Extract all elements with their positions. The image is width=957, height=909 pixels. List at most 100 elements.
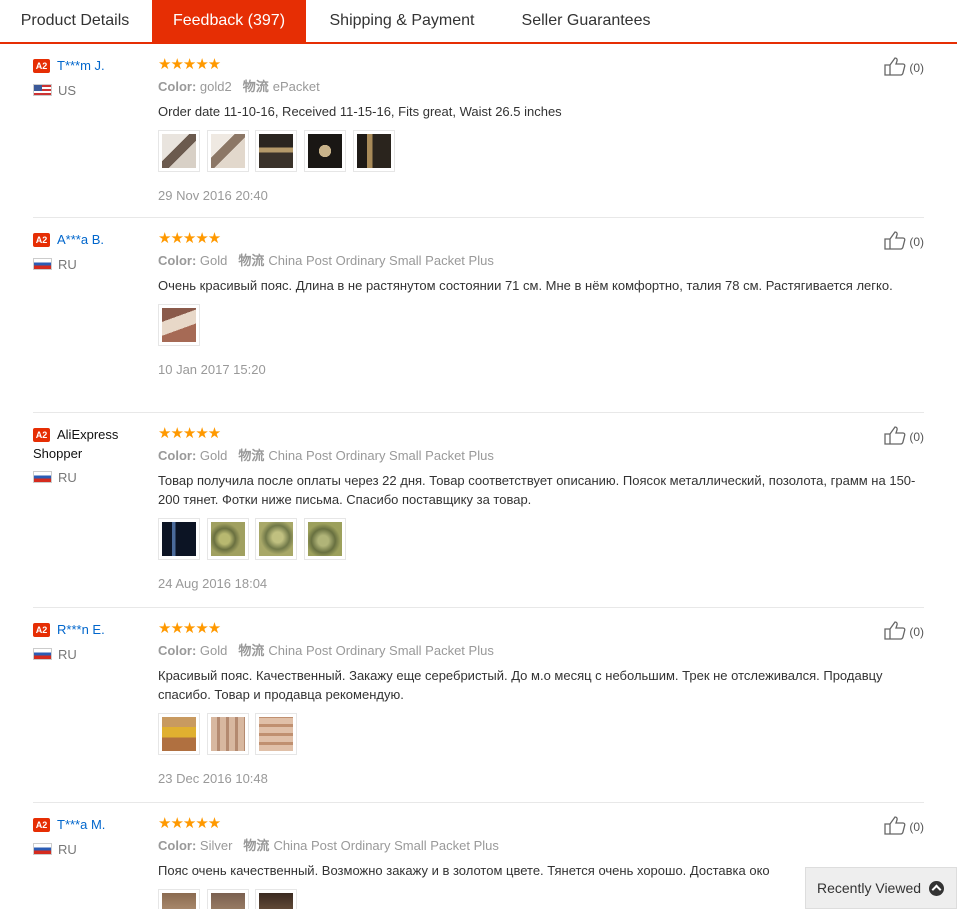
buyer-level-badge: A2 [33,233,50,247]
helpful-button[interactable]: (0) [883,230,924,252]
review-photos [158,713,924,755]
color-value: Gold [199,643,228,658]
thumbs-up-icon [884,816,906,835]
reviewer-info: A2 T***a M. RU [33,815,155,858]
review-item: A2 A***a B. RU ★★★★★ Color: Gold 物流 China P… [33,218,924,413]
buyer-level-badge: A2 [33,59,50,73]
color-value: Gold [199,448,228,463]
tab-product-details[interactable]: Product Details [0,0,150,42]
reviewer-name[interactable]: A***a B. [57,232,104,247]
color-value: Silver [199,838,233,853]
review-date: 23 Dec 2016 10:48 [158,771,268,786]
color-label: Color: [158,253,197,268]
recently-viewed-label: Recently Viewed [817,880,922,896]
review-photo[interactable] [206,518,249,560]
review-photo[interactable] [206,889,249,909]
color-value: gold2 [199,79,232,94]
helpful-button[interactable]: (0) [883,620,924,642]
shipping-method: China Post Ordinary Small Packet Plus [268,448,494,463]
review-photo[interactable] [158,304,200,346]
review-photo[interactable] [255,889,298,909]
review-photo[interactable] [206,713,249,755]
star-rating: ★★★★★ [158,56,221,73]
review-photo[interactable] [303,518,346,560]
review-meta: Color: Silver 物流 China Post Ordinary Small… [158,836,924,856]
us-flag-icon [33,84,52,96]
shipping-method: China Post Ordinary Small Packet Plus [268,253,494,268]
review-photo[interactable] [158,889,200,909]
buyer-level-badge: A2 [33,428,50,442]
buyer-level-badge: A2 [33,818,50,832]
shipping-method: ePacket [272,79,320,94]
review-photos [158,304,924,346]
star-rating: ★★★★★ [158,425,221,442]
shipping-label: 物流 [238,643,265,658]
reviewer-country: RU [58,257,77,272]
reviewer-name[interactable]: T***m J. [57,58,105,73]
star-rating: ★★★★★ [158,230,221,247]
review-content: ★★★★★ Color: gold2 物流 ePacket Order date 1… [158,56,924,205]
ru-flag-icon [33,648,52,660]
reviewer-info: A2 AliExpress Shopper RU [33,425,155,486]
tab-bar: Product Details Feedback (397) Shipping … [0,0,957,44]
review-photo[interactable] [255,130,298,172]
buyer-level-badge: A2 [33,623,50,637]
ru-flag-icon [33,471,52,483]
review-meta: Color: Gold 物流 China Post Ordinary Small P… [158,251,924,271]
shipping-method: China Post Ordinary Small Packet Plus [268,643,494,658]
tab-feedback[interactable]: Feedback (397) [152,0,306,42]
helpful-button[interactable]: (0) [883,815,924,837]
helpful-button[interactable]: (0) [883,425,924,447]
tab-seller-guarantees[interactable]: Seller Guarantees [500,0,672,42]
reviewer-info: A2 R***n E. RU [33,620,155,663]
review-photo[interactable] [255,518,298,560]
shipping-label: 物流 [243,838,270,853]
color-label: Color: [158,79,197,94]
review-item: A2 T***a M. RU ★★★★★ Color: Silver 物流 China… [33,803,924,909]
review-photos [158,518,924,560]
tab-shipping-payment[interactable]: Shipping & Payment [310,0,494,42]
review-text: Товар получила после оплаты через 22 дня… [158,473,916,507]
review-photo[interactable] [303,130,346,172]
reviewer-name[interactable]: T***a M. [57,817,105,832]
star-rating: ★★★★★ [158,620,221,637]
ru-flag-icon [33,843,52,855]
star-rating: ★★★★★ [158,815,221,832]
review-date: 10 Jan 2017 15:20 [158,362,266,377]
helpful-button[interactable]: (0) [883,56,924,78]
review-photo[interactable] [352,130,395,172]
review-content: ★★★★★ Color: Gold 物流 China Post Ordinary S… [158,425,924,593]
reviewer-country: RU [58,470,77,485]
review-content: ★★★★★ Color: Gold 物流 China Post Ordinary S… [158,230,924,379]
helpful-count: (0) [909,61,924,75]
chevron-up-icon [929,881,944,896]
reviewer-name[interactable]: R***n E. [57,622,105,637]
review-text: Order date 11-10-16, Received 11-15-16, … [158,104,562,119]
thumbs-up-icon [884,231,906,250]
review-meta: Color: gold2 物流 ePacket [158,77,924,97]
recently-viewed-button[interactable]: Recently Viewed [805,867,957,909]
review-photo[interactable] [255,713,298,755]
reviewer-country: RU [58,842,77,857]
color-label: Color: [158,448,197,463]
review-meta: Color: Gold 物流 China Post Ordinary Small P… [158,641,924,661]
review-item: A2 R***n E. RU ★★★★★ Color: Gold 物流 China P… [33,608,924,803]
review-meta: Color: Gold 物流 China Post Ordinary Small P… [158,446,924,466]
review-content: ★★★★★ Color: Gold 物流 China Post Ordinary S… [158,620,924,788]
review-photo[interactable] [158,518,200,560]
review-date: 29 Nov 2016 20:40 [158,188,268,203]
review-text: Красивый пояс. Качественный. Закажу еще … [158,668,883,702]
review-date: 24 Aug 2016 18:04 [158,576,268,591]
helpful-count: (0) [909,430,924,444]
reviewer-country: US [58,83,77,98]
thumbs-up-icon [884,426,906,445]
helpful-count: (0) [909,235,924,249]
review-text: Очень красивый пояс. Длина в не растянут… [158,278,893,293]
shipping-label: 物流 [238,253,265,268]
review-photo[interactable] [206,130,249,172]
shipping-label: 物流 [242,79,269,94]
review-photo[interactable] [158,713,200,755]
review-photo[interactable] [158,130,200,172]
review-item: A2 T***m J. US ★★★★★ Color: gold2 物流 ePacke… [33,44,924,218]
ru-flag-icon [33,258,52,270]
